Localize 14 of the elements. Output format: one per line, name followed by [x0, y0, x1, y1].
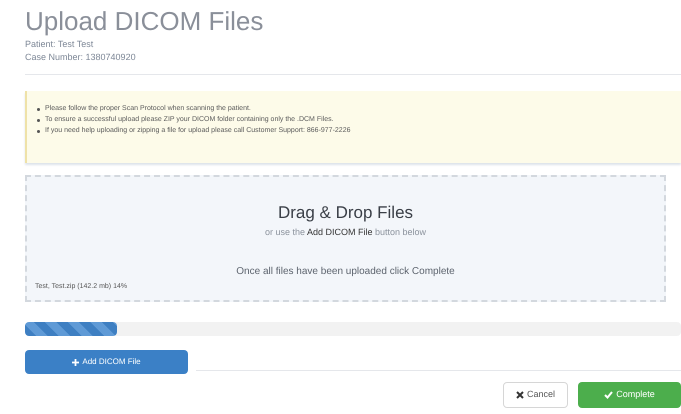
add-file-button[interactable]: Add DICOM File [25, 350, 188, 374]
drop-instruction: Once all files have been uploaded click Complete [236, 265, 455, 279]
drop-heading: Drag & Drop Files [278, 202, 414, 224]
check-icon [604, 391, 614, 399]
patient-label: Patient: Test Test [25, 38, 94, 51]
bullet-icon [37, 108, 40, 110]
case-number-label: Case Number: 1380740920 [25, 51, 136, 64]
page-title: Upload DICOM Files [25, 6, 264, 36]
bullet-icon [37, 130, 40, 132]
drop-subheading: or use the Add DICOM File button below [264, 226, 426, 238]
plus-icon [72, 358, 80, 366]
close-icon [516, 391, 524, 399]
cancel-button[interactable]: Cancel [503, 382, 568, 408]
bullet-icon [37, 118, 40, 122]
